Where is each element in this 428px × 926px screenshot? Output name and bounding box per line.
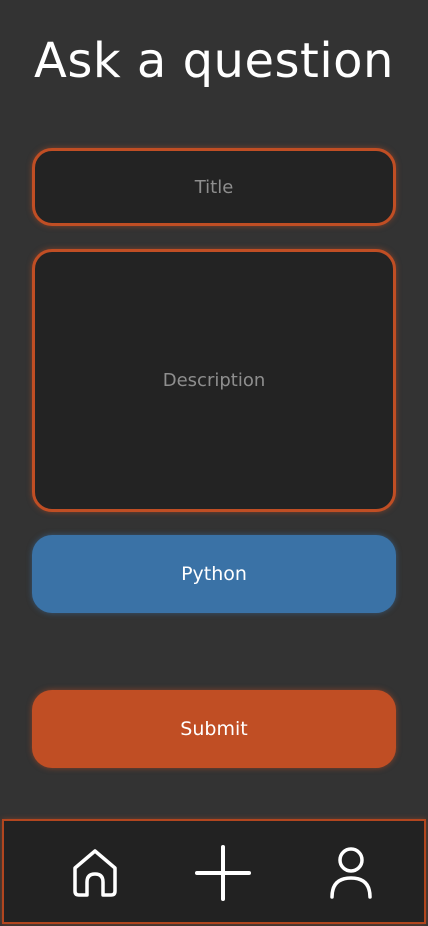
tag-label: Python — [181, 563, 247, 585]
title-input[interactable]: Title — [32, 148, 396, 226]
nav-profile-button[interactable] — [321, 843, 381, 903]
submit-label: Submit — [180, 718, 248, 740]
description-input[interactable]: Description — [32, 249, 396, 512]
submit-button[interactable]: Submit — [32, 690, 396, 768]
tag-select-button[interactable]: Python — [32, 535, 396, 613]
nav-add-button[interactable] — [193, 843, 253, 903]
description-placeholder: Description — [162, 370, 266, 391]
bottom-navigation-bar — [2, 819, 426, 924]
home-icon — [73, 849, 117, 897]
plus-icon — [195, 845, 251, 901]
nav-home-button[interactable] — [65, 843, 125, 903]
ask-question-screen: Ask a question Title Description Python … — [0, 0, 428, 926]
page-title: Ask a question — [34, 33, 394, 89]
user-icon — [330, 847, 372, 899]
title-placeholder: Title — [194, 176, 234, 198]
